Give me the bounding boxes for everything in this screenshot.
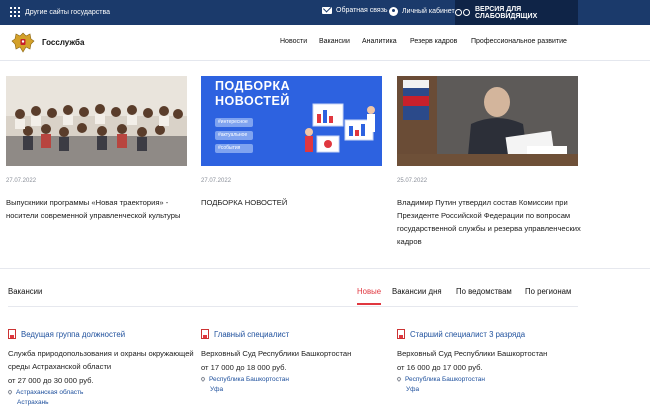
- news-title[interactable]: Владимир Путин утвердил состав Комиссии …: [397, 196, 582, 248]
- top-bar: Другие сайты государства Обратная связь …: [0, 0, 650, 25]
- vacancy-region[interactable]: Республика Башкортостан: [405, 376, 485, 383]
- document-icon: [397, 329, 405, 339]
- vision-impaired-button[interactable]: ВЕРСИЯ ДЛЯ СЛАБОВИДЯЩИХ: [455, 0, 578, 25]
- tabs-divider: [8, 306, 578, 307]
- tab-by-department[interactable]: По ведомствам: [456, 287, 512, 296]
- vacancy-salary: от 17 000 до 18 000 руб.: [201, 363, 287, 372]
- news-date: 27.07.2022: [201, 178, 232, 184]
- vacancy-title[interactable]: Ведущая группа должностей: [21, 330, 125, 339]
- feedback-label: Обратная связь: [336, 7, 388, 14]
- tag-actual: #актуальное: [215, 131, 253, 140]
- vacancy-region[interactable]: Астраханская область: [16, 389, 83, 396]
- document-icon: [8, 329, 16, 339]
- news-image-putin[interactable]: [397, 76, 578, 166]
- vision-label: ВЕРСИЯ ДЛЯ СЛАБОВИДЯЩИХ: [475, 5, 538, 20]
- nav-personnel-reserve[interactable]: Резерв кадров: [410, 38, 457, 45]
- tag-interesting: #интересное: [215, 118, 253, 127]
- vacancy-organization: Верховный Суд Республики Башкортостан: [201, 349, 352, 358]
- vacancy-card[interactable]: Ведущая группа должностей Служба природо…: [7, 329, 198, 406]
- section-divider: [0, 268, 650, 269]
- tab-by-region[interactable]: По регионам: [525, 287, 571, 296]
- news-title[interactable]: Выпускники программы «Новая траектория» …: [6, 196, 191, 222]
- nav-analytics[interactable]: Аналитика: [362, 38, 397, 45]
- glasses-icon: [455, 9, 470, 16]
- news-image-graduates[interactable]: [6, 76, 187, 166]
- document-icon: [201, 329, 209, 339]
- news-date: 27.07.2022: [6, 178, 37, 184]
- digest-illustration: [305, 103, 375, 153]
- site-header: Госслужба Новости Вакансии Аналитика Рез…: [0, 25, 650, 61]
- vacancy-card[interactable]: Главный специалист Верховный Суд Республ…: [200, 329, 391, 393]
- vacancy-title[interactable]: Старший специалист 3 разряда: [410, 330, 525, 339]
- news-image-digest[interactable]: ПОДБОРКА НОВОСТЕЙ #интересное #актуально…: [201, 76, 382, 166]
- location-pin-icon: [7, 389, 13, 395]
- vacancy-organization: Верховный Суд Республики Башкортостан: [397, 349, 548, 358]
- tab-new[interactable]: Новые: [357, 287, 381, 296]
- grid-icon: [10, 7, 20, 17]
- vacancy-salary: от 16 000 до 17 000 руб.: [397, 363, 483, 372]
- location-pin-icon: [396, 376, 402, 382]
- brand-title[interactable]: Госслужба: [42, 38, 84, 47]
- vacancy-city[interactable]: Астрахань: [17, 399, 198, 406]
- mail-icon: [322, 7, 332, 14]
- user-icon: [389, 7, 398, 16]
- news-title[interactable]: ПОДБОРКА НОВОСТЕЙ: [201, 196, 386, 209]
- feedback-link[interactable]: Обратная связь: [322, 7, 388, 14]
- coat-of-arms-logo[interactable]: [10, 30, 36, 56]
- vacancy-organization: Служба природопользования и охраны окруж…: [8, 349, 194, 371]
- other-sites-link[interactable]: Другие сайты государства: [10, 7, 110, 17]
- nav-professional-development[interactable]: Профессиональное развитие: [471, 38, 567, 45]
- vacancy-city[interactable]: Уфа: [406, 386, 587, 393]
- cabinet-label: Личный кабинет: [402, 8, 455, 15]
- other-sites-label: Другие сайты государства: [25, 8, 111, 16]
- vacancy-title[interactable]: Главный специалист: [214, 330, 289, 339]
- active-tab-indicator: [357, 303, 381, 305]
- tag-events: #события: [215, 144, 253, 153]
- location-pin-icon: [200, 376, 206, 382]
- vacancy-card[interactable]: Старший специалист 3 разряда Верховный С…: [396, 329, 587, 393]
- tab-vacancies-of-day[interactable]: Вакансии дня: [392, 287, 442, 296]
- vacancy-city[interactable]: Уфа: [210, 386, 391, 393]
- vacancy-salary: от 27 000 до 30 000 руб.: [8, 376, 94, 385]
- personal-cabinet-link[interactable]: Личный кабинет: [389, 7, 455, 16]
- nav-vacancies[interactable]: Вакансии: [319, 38, 350, 45]
- nav-news[interactable]: Новости: [280, 38, 307, 45]
- vacancy-region[interactable]: Республика Башкортостан: [209, 376, 289, 383]
- news-date: 25.07.2022: [397, 178, 428, 184]
- vacancies-heading: Вакансии: [8, 287, 43, 296]
